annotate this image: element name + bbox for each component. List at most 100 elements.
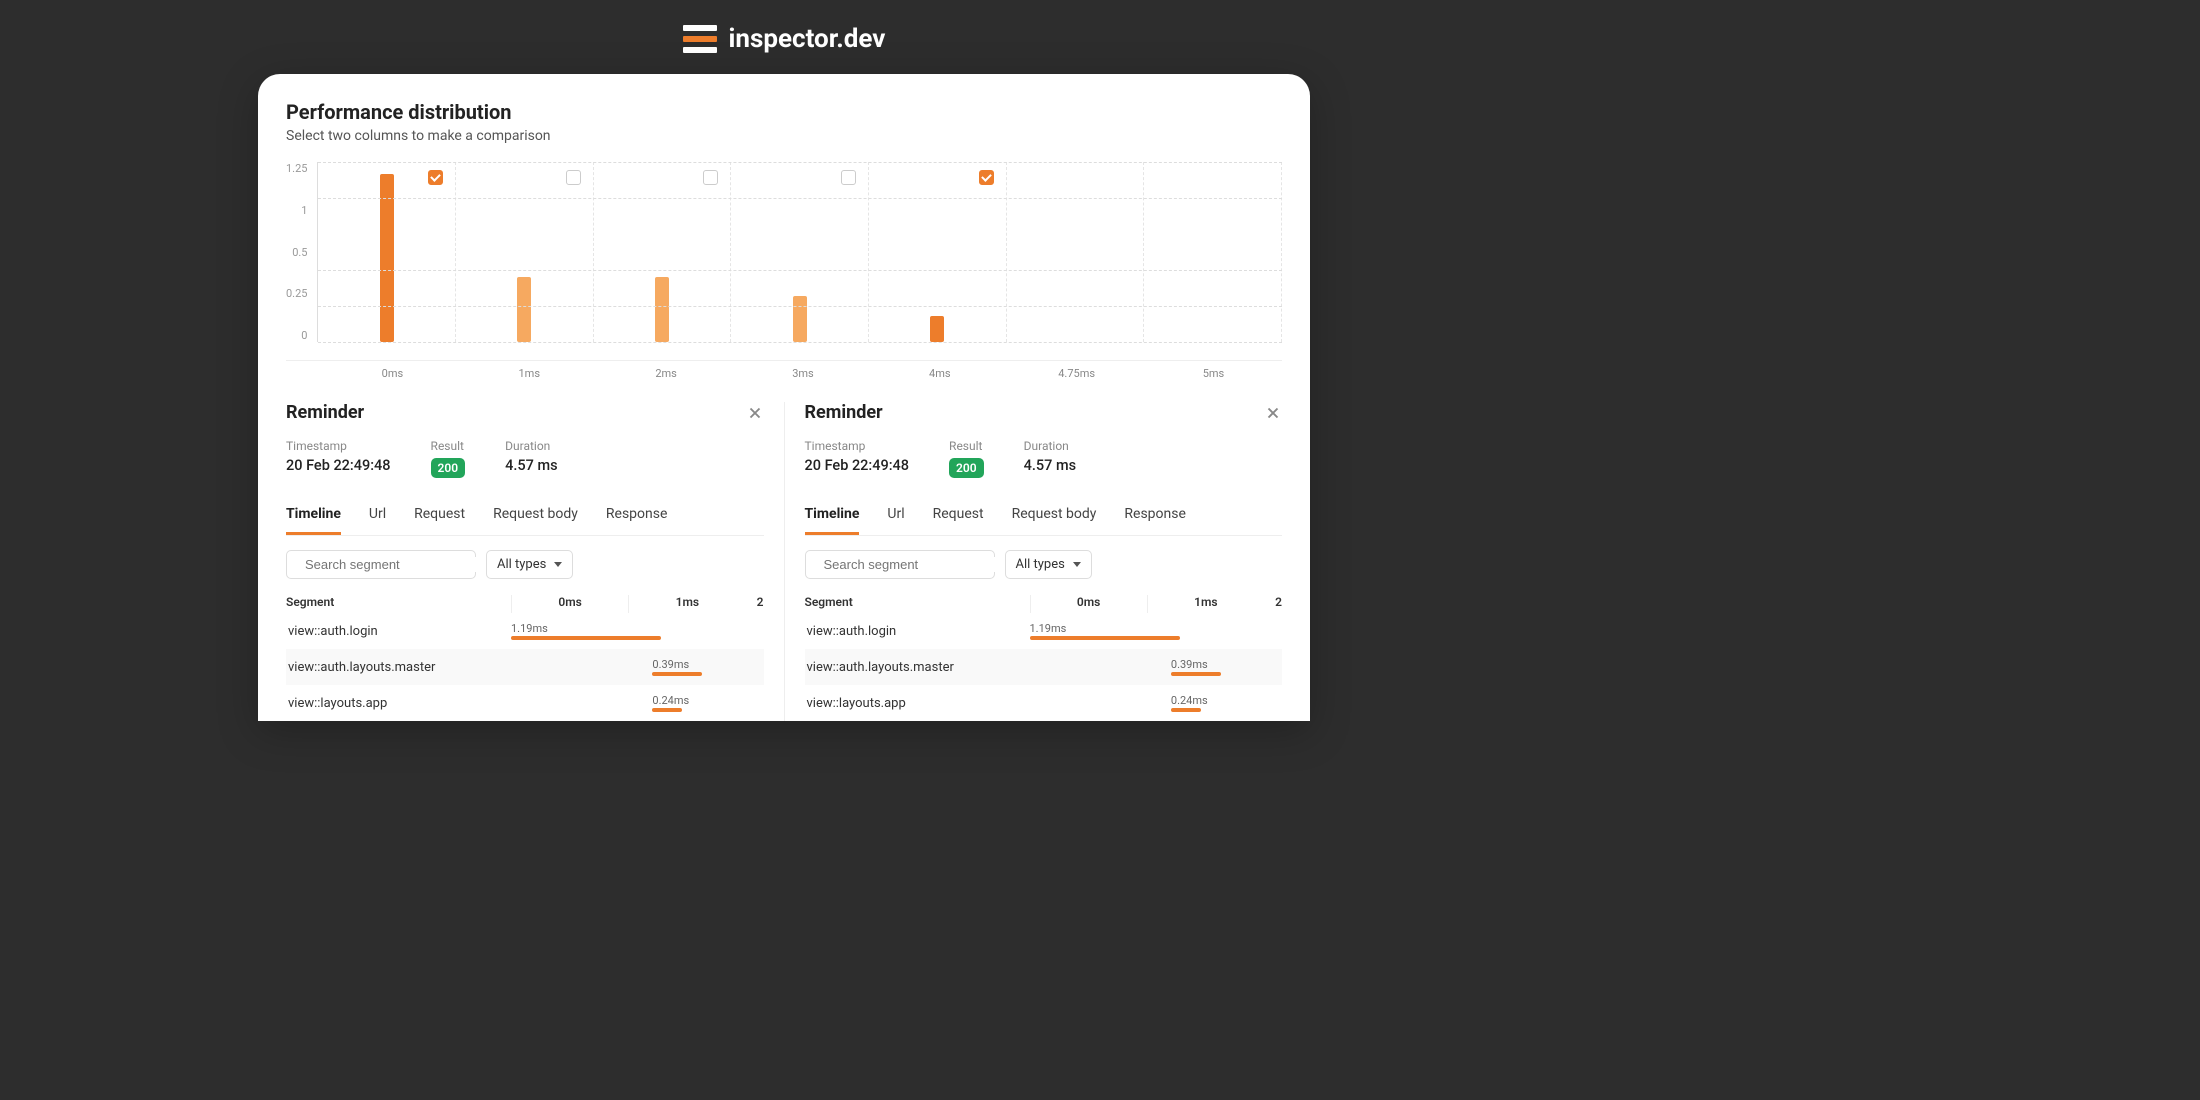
panel-tabs: Timeline Url Request Request body Response xyxy=(805,506,1283,536)
search-input[interactable] xyxy=(824,557,1000,572)
types-select-label: All types xyxy=(1016,557,1065,572)
result-label: Result xyxy=(949,439,984,453)
chevron-down-icon xyxy=(1073,562,1081,567)
segment-header: Segment xyxy=(286,595,511,613)
chart-column[interactable] xyxy=(594,162,732,342)
x-tick: 0ms xyxy=(324,367,461,380)
x-tick: 1ms xyxy=(461,367,598,380)
column-checkbox[interactable] xyxy=(703,170,718,185)
timestamp-label: Timestamp xyxy=(805,439,910,453)
chart-column[interactable] xyxy=(318,162,456,342)
timestamp-value: 20 Feb 22:49:48 xyxy=(805,457,910,474)
column-checkbox[interactable] xyxy=(428,170,443,185)
segment-row[interactable]: view::auth.login 1.19ms xyxy=(286,613,764,649)
tab-url[interactable]: Url xyxy=(887,506,904,535)
column-checkbox[interactable] xyxy=(566,170,581,185)
segment-row[interactable]: view::auth.layouts.master 0.39ms xyxy=(286,649,764,685)
timestamp-value: 20 Feb 22:49:48 xyxy=(286,457,391,474)
comparison-panels: Reminder Timestamp 20 Feb 22:49:48 Resul… xyxy=(286,402,1282,721)
main-card: Performance distribution Select two colu… xyxy=(258,74,1310,721)
chevron-down-icon xyxy=(554,562,562,567)
segment-bar xyxy=(652,708,682,712)
tab-request body[interactable]: Request body xyxy=(1012,506,1097,535)
close-icon[interactable] xyxy=(1264,404,1282,422)
panel-title: Reminder xyxy=(286,402,364,423)
chart-bar[interactable] xyxy=(793,296,807,342)
search-segment-box[interactable] xyxy=(805,550,995,579)
tab-response[interactable]: Response xyxy=(606,506,668,535)
comparison-panel: Reminder Timestamp 20 Feb 22:49:48 Resul… xyxy=(286,402,784,721)
chart-plot-area xyxy=(317,162,1282,342)
segment-duration-label: 0.39ms xyxy=(1171,658,1221,671)
x-tick: 2ms xyxy=(598,367,735,380)
x-tick: 4.75ms xyxy=(1008,367,1145,380)
timeline-tick: 2 xyxy=(746,595,764,613)
chart: 1.2510.50.250 xyxy=(286,162,1282,361)
brand-name: inspector.dev xyxy=(729,24,886,54)
panel-title: Reminder xyxy=(805,402,883,423)
segment-name: view::auth.layouts.master xyxy=(286,660,511,675)
chart-bar[interactable] xyxy=(517,277,531,342)
segment-name: view::auth.login xyxy=(286,624,511,639)
column-checkbox[interactable] xyxy=(979,170,994,185)
status-badge: 200 xyxy=(949,458,984,478)
tab-url[interactable]: Url xyxy=(369,506,386,535)
chart-column[interactable] xyxy=(1007,162,1145,342)
chart-column[interactable] xyxy=(731,162,869,342)
segment-name: view::auth.login xyxy=(805,624,1030,639)
y-tick: 1.25 xyxy=(286,162,307,175)
result-label: Result xyxy=(431,439,466,453)
timeline-tick: 1ms xyxy=(1147,595,1264,613)
segment-duration-label: 1.19ms xyxy=(1030,622,1180,635)
segment-row[interactable]: view::layouts.app 0.24ms xyxy=(805,685,1283,721)
segment-bar xyxy=(1171,672,1221,676)
y-tick: 0.25 xyxy=(286,287,307,300)
duration-value: 4.57 ms xyxy=(505,457,557,474)
segment-bar xyxy=(511,636,661,640)
search-segment-box[interactable] xyxy=(286,550,476,579)
chart-bar[interactable] xyxy=(655,277,669,342)
brand: inspector.dev xyxy=(683,24,886,54)
close-icon[interactable] xyxy=(746,404,764,422)
x-tick: 4ms xyxy=(871,367,1008,380)
segment-header: Segment xyxy=(805,595,1030,613)
segment-name: view::layouts.app xyxy=(805,696,1030,711)
timeline-tick: 1ms xyxy=(628,595,745,613)
duration-label: Duration xyxy=(505,439,557,453)
tab-request body[interactable]: Request body xyxy=(493,506,578,535)
tab-response[interactable]: Response xyxy=(1124,506,1186,535)
duration-label: Duration xyxy=(1024,439,1076,453)
timeline-tick: 0ms xyxy=(1030,595,1147,613)
y-tick: 0 xyxy=(301,329,307,342)
chart-column[interactable] xyxy=(1144,162,1282,342)
y-tick: 1 xyxy=(301,204,307,217)
timeline-tick: 2 xyxy=(1264,595,1282,613)
brand-logo-icon xyxy=(683,25,717,53)
x-tick: 3ms xyxy=(735,367,872,380)
section-title: Performance distribution xyxy=(286,100,1282,124)
types-select[interactable]: All types xyxy=(1005,550,1092,579)
segment-row[interactable]: view::auth.login 1.19ms xyxy=(805,613,1283,649)
chart-column[interactable] xyxy=(869,162,1007,342)
segment-duration-label: 0.24ms xyxy=(652,694,689,707)
segment-bar xyxy=(652,672,702,676)
types-select[interactable]: All types xyxy=(486,550,573,579)
tab-timeline[interactable]: Timeline xyxy=(286,506,341,535)
tab-request[interactable]: Request xyxy=(933,506,984,535)
tab-timeline[interactable]: Timeline xyxy=(805,506,860,535)
chart-column[interactable] xyxy=(456,162,594,342)
tab-request[interactable]: Request xyxy=(414,506,465,535)
column-checkbox[interactable] xyxy=(841,170,856,185)
segment-duration-label: 0.39ms xyxy=(652,658,702,671)
duration-value: 4.57 ms xyxy=(1024,457,1076,474)
segment-row[interactable]: view::auth.layouts.master 0.39ms xyxy=(805,649,1283,685)
chart-x-axis: 0ms1ms2ms3ms4ms4.75ms5ms xyxy=(324,367,1282,380)
segment-row[interactable]: view::layouts.app 0.24ms xyxy=(286,685,764,721)
section-subtitle: Select two columns to make a comparison xyxy=(286,128,1282,144)
search-input[interactable] xyxy=(305,557,481,572)
status-badge: 200 xyxy=(431,458,466,478)
segment-name: view::layouts.app xyxy=(286,696,511,711)
chart-bar[interactable] xyxy=(930,316,944,342)
segment-name: view::auth.layouts.master xyxy=(805,660,1030,675)
segment-duration-label: 1.19ms xyxy=(511,622,661,635)
